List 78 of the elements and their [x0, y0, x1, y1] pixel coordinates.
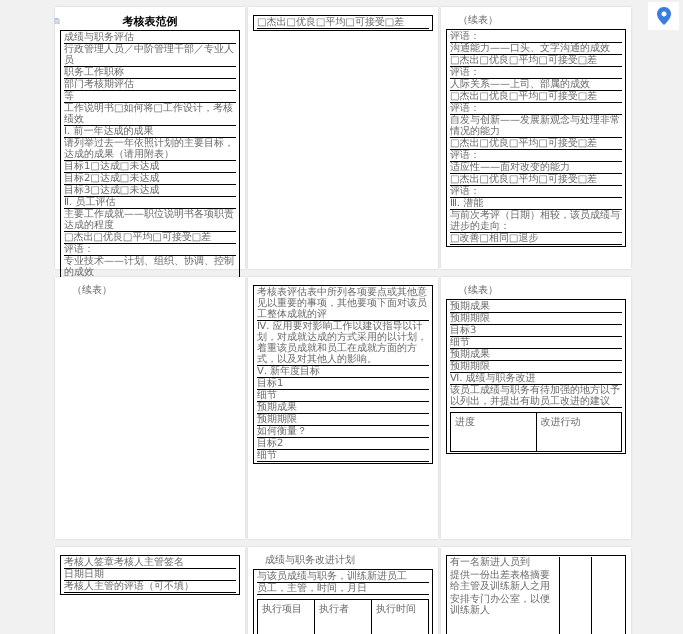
document-line: 行政管理人员／中阶管理干部／专业人员	[64, 44, 236, 67]
document-line: 评语：	[64, 244, 236, 256]
document-line: 预期成果	[257, 402, 429, 414]
document-line: 评语：	[450, 150, 622, 162]
document-line: 考核人签章考核人主管签名	[64, 557, 236, 569]
document-line: （续表）	[457, 285, 499, 297]
document-line: （续表）	[457, 15, 499, 27]
document-page[interactable]: 考核人签章考核人主管签名 日期日期 考核人主管的评语（可不填）	[55, 547, 245, 634]
document-line: 沟通能力——口头、文字沟通的成效	[450, 43, 622, 55]
table-cell-text: 提供一份出差表格摘要给主管及训练新人之用	[450, 570, 551, 592]
document-page[interactable]: 考核表评估表中所列各项要点或其他意见以重要的事项，其他要项下面对该员工整体成就的评 Ⅳ. 应用要对影响工作以建议指导以计划，对成就达成的方式采用的以计划，着重该员成就和员工在成就方面的方式，以及对其他人的影响。 Ⅴ. 新年度目标 目标1 细节 预期成果 预期期限 如何衡量？ 目标2 细节	[248, 277, 438, 539]
document-line: 自发与创新——发展新观念与处理非常情况的能力	[450, 115, 622, 138]
document-line: 与该员成绩与职务，训练新进员工	[257, 571, 429, 583]
document-line: Ⅴ. 新年度目标	[257, 366, 429, 378]
document-line: 评语：	[450, 67, 622, 79]
document-line: □改善□相同□退步	[450, 233, 622, 245]
document-line: 工作说明书□如何将□工作设计，考核绩效	[64, 103, 236, 126]
document-line: Ⅰ. 前一年达成的成果	[64, 126, 236, 138]
document-line: 评语：	[450, 31, 622, 43]
document-line: 目标3□达成□未达成	[64, 185, 236, 197]
table-cell-text: 安排专门办公室，以便训练新人	[450, 594, 551, 616]
table-header-cell: 进度	[451, 413, 536, 451]
document-line: 与前次考评（日期）相较，该员成绩与进步的走向：	[450, 210, 622, 233]
document-line: 成绩与职务改进计划	[264, 555, 356, 567]
map-pin-icon	[656, 7, 670, 25]
document-line: Ⅳ. 应用要对影响工作以建议指导以计划，对成就达成的方式采用的以计划，着重该员成就和员工在成就方面的方式，以及对其他人的影响。	[257, 321, 429, 366]
document-page[interactable]: 成绩与职务改进计划 与该员成绩与职务，训练新进员工 员工，主管，时间，月日 执行项目 执行者 执行时间	[248, 547, 438, 634]
document-line: Ⅵ. 成绩与职务改进	[450, 373, 622, 385]
document-line: 考核人主管的评语（可不填）	[64, 581, 236, 593]
document-line: 主要工作成就——职位说明书各项职责达成的程度	[64, 209, 236, 232]
document-line: 预期期限	[450, 361, 622, 373]
document-line: □杰出□优良□平均□可接受□差	[450, 138, 622, 150]
document-line: 该员工成绩与职务有待加强的地方以予以列出，并提出有助员工改进的建议	[450, 385, 622, 408]
document-line: 目标3	[450, 325, 622, 337]
document-line: 目标2□达成□未达成	[64, 173, 236, 185]
document-line: 细节	[257, 390, 429, 402]
document-line: 目标1□达成□未达成	[64, 161, 236, 173]
table-header-cell: 执行者	[315, 600, 372, 634]
document-line: Ⅱ. 员工评估	[64, 197, 236, 209]
document-line: 职务工作职称	[64, 67, 236, 79]
document-line: 成绩与职务评估	[64, 32, 236, 44]
table-header-cell-text: 改进行动	[540, 416, 582, 430]
document-line: 考核表评估表中所列各项要点或其他意见以重要的事项，其他要项下面对该员工整体成就的评	[257, 287, 429, 321]
document-page[interactable]: （续表）	[55, 277, 245, 539]
document-line: □杰出□优良□平均□可接受□差	[450, 55, 622, 67]
document-line: 人际关系——上司、部属的成效	[450, 79, 622, 91]
document-line: 如何衡量？	[257, 426, 429, 438]
document-line: 请列举过去一年依照计划的主要目标，达成的成果（请用附表）	[64, 138, 236, 161]
document-line: 细节	[450, 337, 622, 349]
document-line: □杰出□优良□平均□可接受□差	[257, 17, 429, 29]
document-line: □杰出□优良□平均□可接受□差	[450, 174, 622, 186]
document-page[interactable]: （续表） 预期成果 预期期限 目标3 细节 预期成果 预期期限 Ⅵ. 成绩与职务改进 该员工成绩与职务有待加强的地方以予以列出，并提出有助员工改进的建议 进度 改进行动	[441, 277, 631, 539]
document-page[interactable]: 有一名新进人员到 提供一份出差表格摘要给主管及训练新人之用 安排专门办公室，以便训练新人	[441, 547, 631, 634]
table-header-cell-text: 执行时间	[375, 602, 417, 617]
document-line: □杰出□优良□平均□可接受□差	[64, 232, 236, 244]
table-header-cell: 执行项目	[258, 600, 315, 634]
document-line: 等	[64, 91, 236, 103]
document-line: Ⅲ. 潜能	[450, 198, 622, 210]
document-line: 评语：	[450, 186, 622, 198]
document-line: 日期日期	[64, 569, 236, 581]
document-line: 目标2	[257, 438, 429, 450]
document-line: □杰出□优良□平均□可接受□差	[450, 91, 622, 103]
map-pin-button[interactable]	[648, 2, 679, 30]
document-page[interactable]: （续表） 评语： 沟通能力——口头、文字沟通的成效 □杰出□优良□平均□可接受□差 评语： 人际关系——上司、部属的成效 □杰出□优良□平均□可接受□差 评语： 自发与创新——发展新观念与处理非常情况的能力 □杰出□优良□平均□可接受□差 评语： 适应性——面对改变的能力 □杰出□优良□平均□可接受□差 评语： Ⅲ. 潜能 与前次考评（日期）相较，该员成绩与进步的走向： □改善□相同□退步	[441, 7, 631, 269]
document-line: 预期成果	[450, 349, 622, 361]
document-line: 细节	[257, 450, 429, 462]
document-line: 预期成果	[450, 301, 622, 313]
document-line: （续表）	[71, 285, 113, 297]
document-line: 员工，主管，时间，月日	[257, 583, 429, 595]
document-line: 目标1	[257, 378, 429, 390]
document-line: 适应性——面对改变的能力	[450, 162, 622, 174]
document-title: 考核表范例	[122, 15, 178, 28]
document-page[interactable]: □杰出□优良□平均□可接受□差	[248, 7, 438, 269]
document-line: 预期期限	[450, 313, 622, 325]
table-cell-text: 有一名新进人员到	[450, 557, 531, 568]
document-line: 评语：	[450, 103, 622, 115]
document-line: 预期期限	[257, 414, 429, 426]
document-line: 部门考核期评估	[64, 79, 236, 91]
